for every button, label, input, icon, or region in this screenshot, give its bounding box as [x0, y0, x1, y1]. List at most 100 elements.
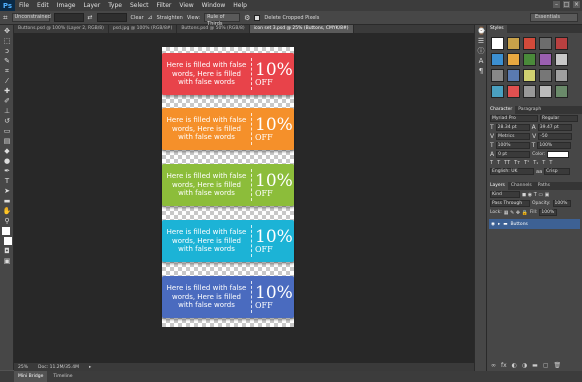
workspace-select[interactable]: Essentials — [530, 13, 578, 22]
view-select[interactable]: Rule of Thirds — [204, 13, 241, 27]
subscript-button[interactable]: T₁ — [533, 160, 538, 166]
adjustment-icon[interactable]: ◑ — [522, 362, 527, 369]
height-input[interactable] — [96, 13, 127, 22]
lock-icons[interactable]: ▦ ✎ ✥ 🔒 — [504, 210, 528, 216]
path-select-tool-icon[interactable]: ➤ — [2, 187, 12, 195]
blur-tool-icon[interactable]: ◆ — [2, 147, 12, 155]
menu-help[interactable]: Help — [229, 2, 251, 9]
move-tool-icon[interactable]: ✥ — [2, 27, 12, 35]
eyedropper-tool-icon[interactable]: ⁄ — [2, 77, 12, 85]
history-brush-icon[interactable]: ↺ — [2, 117, 12, 125]
style-swatch[interactable] — [555, 85, 568, 98]
fill-field[interactable]: 100% — [539, 209, 558, 216]
marquee-tool-icon[interactable]: ⬚ — [2, 37, 12, 45]
background-color-icon[interactable] — [4, 237, 12, 245]
style-swatch[interactable] — [507, 53, 520, 66]
gear-icon[interactable]: ⚙ — [244, 14, 250, 22]
style-swatch[interactable] — [555, 53, 568, 66]
zoom-level[interactable]: 25% — [18, 365, 28, 370]
trash-icon[interactable]: 🗑 — [554, 362, 562, 369]
brush-tool-icon[interactable]: ✐ — [2, 97, 12, 105]
style-swatch[interactable] — [491, 85, 504, 98]
style-swatch[interactable] — [523, 85, 536, 98]
menu-edit[interactable]: Edit — [33, 2, 53, 9]
menu-type[interactable]: Type — [104, 2, 126, 9]
tab-mini-bridge[interactable]: Mini Bridge — [14, 371, 48, 382]
link-icon[interactable]: ∞ — [491, 362, 496, 369]
character-panel-icon[interactable]: A — [477, 57, 485, 65]
faux-italic-button[interactable]: T — [497, 160, 500, 166]
paragraph-panel-icon[interactable]: ¶ — [477, 67, 485, 75]
crop-tool-icon[interactable]: ⌗ — [3, 13, 8, 23]
minimize-icon[interactable]: – — [553, 1, 560, 8]
kerning-field[interactable]: Metrics — [496, 133, 531, 140]
mask-icon[interactable]: ◐ — [512, 362, 517, 369]
menu-image[interactable]: Image — [53, 2, 80, 9]
lasso-tool-icon[interactable]: ↄ — [2, 47, 12, 55]
tab-character[interactable]: Character — [487, 106, 516, 114]
maximize-icon[interactable]: □ — [563, 1, 570, 8]
tab-timeline[interactable]: Timeline — [49, 371, 76, 382]
vertical-scale-field[interactable]: 100% — [495, 142, 530, 149]
status-arrow-icon[interactable]: ▸ — [89, 365, 91, 370]
history-panel-icon[interactable]: ⌚ — [477, 27, 486, 35]
tab-layers[interactable]: Layers — [487, 182, 508, 190]
expand-arrow-icon[interactable]: ▸ — [498, 222, 500, 227]
menu-layer[interactable]: Layer — [79, 2, 104, 9]
horizontal-scale-field[interactable]: 100% — [537, 142, 572, 149]
style-swatch[interactable] — [555, 69, 568, 82]
menu-select[interactable]: Select — [126, 2, 153, 9]
pen-tool-icon[interactable]: ✒ — [2, 167, 12, 175]
tab-channels[interactable]: Channels — [508, 182, 535, 190]
style-swatch[interactable] — [491, 69, 504, 82]
straighten-label[interactable]: Straighten — [157, 15, 183, 21]
ratio-select[interactable]: Unconstrained — [11, 13, 51, 22]
style-swatch[interactable] — [539, 69, 552, 82]
font-style-select[interactable]: Regular — [540, 115, 578, 122]
font-family-select[interactable]: Myriad Pro — [490, 115, 538, 122]
zoom-tool-icon[interactable]: ⚲ — [2, 217, 12, 225]
layer-filter-select[interactable]: Kind — [490, 191, 520, 198]
straighten-icon[interactable]: ⊿ — [148, 14, 153, 21]
tab-paths[interactable]: Paths — [535, 182, 553, 190]
tracking-field[interactable]: -50 — [538, 133, 573, 140]
style-swatch[interactable] — [523, 69, 536, 82]
style-swatch[interactable] — [491, 37, 504, 50]
opacity-field[interactable]: 100% — [552, 200, 571, 207]
style-swatch[interactable] — [491, 53, 504, 66]
small-caps-button[interactable]: Tт — [514, 160, 520, 166]
screen-mode-icon[interactable]: ▣ — [2, 257, 12, 265]
gradient-tool-icon[interactable]: ▤ — [2, 137, 12, 145]
quick-select-tool-icon[interactable]: ✎ — [2, 57, 12, 65]
style-swatch[interactable] — [555, 37, 568, 50]
font-size-field[interactable]: 28.34 pt — [495, 124, 530, 131]
width-input[interactable] — [53, 13, 84, 22]
language-select[interactable]: English: UK — [490, 168, 534, 175]
strikethrough-button[interactable]: T — [549, 160, 552, 166]
hand-tool-icon[interactable]: ✋ — [2, 207, 12, 215]
document-canvas[interactable]: Here is filled with false words, Here is… — [162, 47, 294, 327]
crop-tool-icon[interactable]: ⌗ — [2, 67, 12, 75]
info-panel-icon[interactable]: ⓘ — [477, 47, 485, 55]
tab-paragraph[interactable]: Paragraph — [515, 106, 544, 114]
style-swatch[interactable] — [539, 37, 552, 50]
style-swatch[interactable] — [523, 37, 536, 50]
foreground-color-icon[interactable] — [2, 227, 10, 235]
eye-icon[interactable]: ◉ — [491, 222, 495, 227]
layer-row[interactable]: ◉ ▸ ▬ Buttons — [489, 219, 580, 229]
tab-psd-jpg[interactable]: psd.jpg @ 100% (RGB/8#) — [109, 25, 178, 33]
style-swatch[interactable] — [507, 37, 520, 50]
clear-button[interactable]: Clear — [131, 15, 144, 21]
filter-icons[interactable]: ◼ ◉ T ▭ ▣ — [522, 192, 549, 198]
text-color-swatch[interactable] — [547, 151, 570, 158]
menu-view[interactable]: View — [175, 2, 197, 9]
menu-file[interactable]: File — [15, 2, 33, 9]
all-caps-button[interactable]: TT — [504, 160, 510, 166]
tab-buttons-psd[interactable]: Buttons.psd @ 100% (Layer 2, RGB/8) — [14, 25, 109, 33]
superscript-button[interactable]: T¹ — [524, 160, 529, 166]
style-swatch[interactable] — [539, 85, 552, 98]
blend-mode-select[interactable]: Pass Through — [490, 200, 530, 207]
underline-button[interactable]: T — [542, 160, 545, 166]
eraser-tool-icon[interactable]: ▭ — [2, 127, 12, 135]
healing-tool-icon[interactable]: ✚ — [2, 87, 12, 95]
